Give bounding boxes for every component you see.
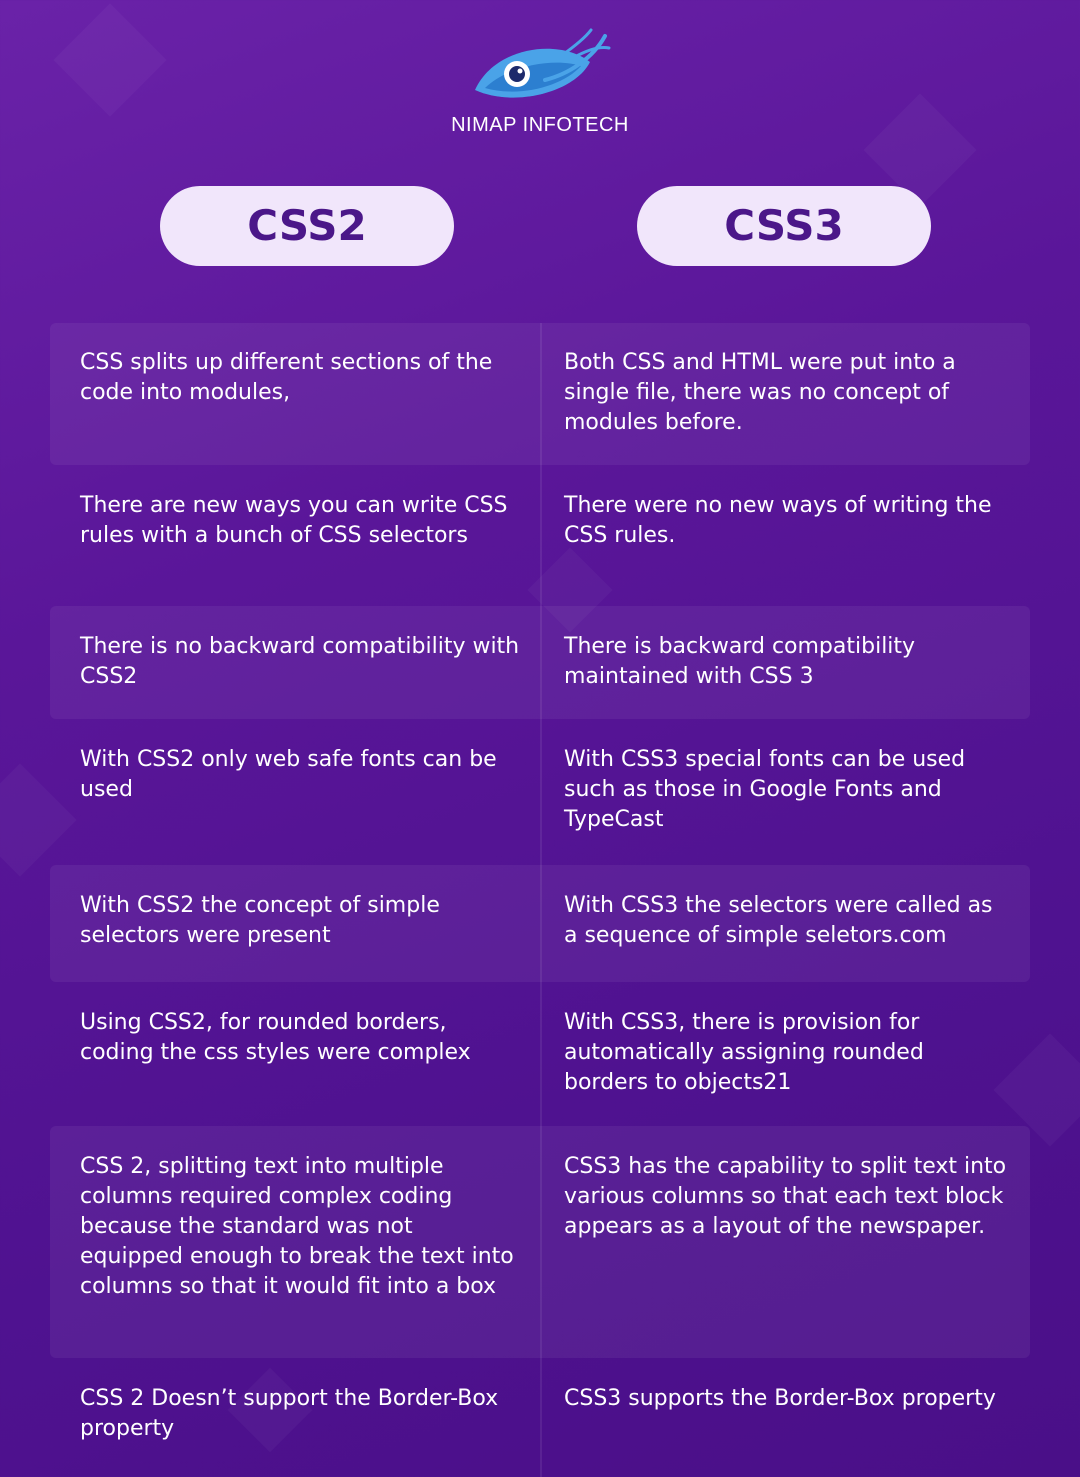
brand-name: NIMAP INFOTECH	[451, 114, 629, 136]
css2-header: CSS2	[160, 186, 454, 266]
table-row: There are new ways you can write CSS rul…	[50, 465, 1030, 606]
css3-cell: With CSS3, there is provision for automa…	[564, 1010, 924, 1095]
table-row: CSS 2 Doesn’t support the Border-Box pro…	[50, 1358, 1030, 1477]
css2-cell: CSS 2, splitting text into multiple colu…	[80, 1154, 514, 1299]
table-row: With CSS2 the concept of simple selector…	[50, 865, 1030, 982]
css2-cell: CSS splits up different sections of the …	[80, 350, 493, 405]
table-row: CSS 2, splitting text into multiple colu…	[50, 1126, 1030, 1358]
css3-cell: There were no new ways of writing the CS…	[564, 493, 992, 548]
table-row: Using CSS2, for rounded borders, coding …	[50, 982, 1030, 1126]
css3-cell: Both CSS and HTML were put into a single…	[564, 350, 956, 435]
css2-cell: With CSS2 the concept of simple selector…	[80, 893, 440, 948]
eye-logo-icon	[475, 28, 611, 98]
css2-cell: Using CSS2, for rounded borders, coding …	[80, 1010, 471, 1065]
css3-cell: CSS3 has the capability to split text in…	[564, 1154, 1007, 1239]
table-row: There is no backward compatibility with …	[50, 606, 1030, 719]
css3-header: CSS3	[637, 186, 931, 266]
table-row: With CSS2 only web safe fonts can be use…	[50, 719, 1030, 865]
css2-cell: There is no backward compatibility with …	[80, 634, 520, 689]
css3-cell: CSS3 supports the Border-Box property	[564, 1386, 996, 1411]
css3-cell: With CSS3 special fonts can be used such…	[564, 747, 966, 832]
table-row: CSS splits up different sections of the …	[50, 323, 1030, 465]
css3-cell: With CSS3 the selectors were called as a…	[564, 893, 993, 948]
css3-cell: There is backward compatibility maintain…	[564, 634, 916, 689]
css2-cell: CSS 2 Doesn’t support the Border-Box pro…	[80, 1386, 499, 1441]
css2-cell: With CSS2 only web safe fonts can be use…	[80, 747, 497, 802]
comparison-table: CSS splits up different sections of the …	[50, 323, 1030, 1477]
brand-logo: NIMAP INFOTECH	[0, 28, 1080, 137]
css2-cell: There are new ways you can write CSS rul…	[80, 493, 508, 548]
